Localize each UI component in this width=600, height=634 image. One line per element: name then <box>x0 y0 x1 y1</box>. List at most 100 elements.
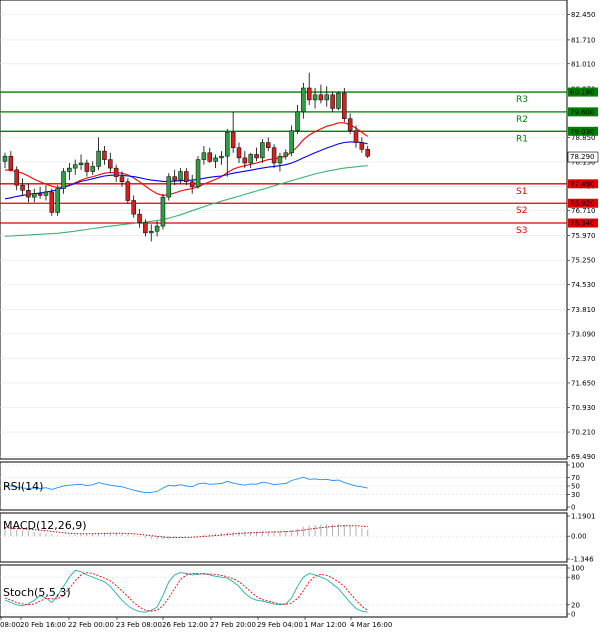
price-tick-label: 70.930 <box>571 404 596 412</box>
candle-body-up <box>219 155 224 159</box>
time-tick-label: 22 Feb 00:00 <box>68 621 114 629</box>
level-label-r2: R2 <box>516 115 528 125</box>
candle-body-up <box>283 152 289 157</box>
main-price-panel: R3R2R1S1S2S3 82.45081.71081.01080.27079.… <box>0 0 599 461</box>
candle-body-up <box>260 142 265 159</box>
candle-body-down <box>20 184 25 191</box>
candle-body-down <box>306 87 312 101</box>
candle-body-down <box>189 181 195 188</box>
candle-body-down <box>49 191 55 213</box>
current-price-tag: 78.290 <box>567 151 599 163</box>
candle-body-up <box>195 159 201 188</box>
candle-body-down <box>242 157 248 164</box>
price-tick-label: 75.250 <box>571 257 596 265</box>
price-tick-label: 81.010 <box>571 60 596 68</box>
candle-body-up <box>324 94 329 101</box>
time-tick-label: 08:00 <box>0 621 20 629</box>
candle-body-up <box>96 150 101 167</box>
candle <box>49 188 55 216</box>
stoch-tick-label: 20 <box>571 601 580 609</box>
macd-tick-label: 1.1901 <box>571 513 596 521</box>
candle <box>125 178 131 204</box>
candle-body-up <box>61 171 66 189</box>
candle-body-down <box>137 213 142 223</box>
candle-body-up <box>295 111 300 131</box>
candle-body-up <box>178 171 183 181</box>
candle-body-up <box>201 152 207 160</box>
candle-body-down <box>26 190 31 198</box>
price-tick-label: 73.090 <box>571 330 596 338</box>
candle <box>55 185 60 216</box>
stoch-tick-label: 0 <box>571 611 575 619</box>
candle-body-down <box>37 193 43 196</box>
candle-body-down <box>330 94 335 109</box>
rsi-title: RSI(14) <box>3 480 43 493</box>
candle-body-up <box>213 157 218 162</box>
candle-body-down <box>230 132 236 148</box>
level-label-s2: S2 <box>516 206 527 216</box>
candle-body-up <box>43 191 49 196</box>
candle-body-up <box>78 162 84 165</box>
price-chart: R3R2R1S1S2S3 82.45081.71081.01080.27079.… <box>0 0 600 634</box>
candle-body-down <box>102 150 107 160</box>
candle-body-down <box>207 152 212 162</box>
candle-body-down <box>266 142 271 148</box>
candle-body-up <box>160 196 166 227</box>
candle-body-up <box>32 193 37 198</box>
candle-body-down <box>353 130 359 143</box>
candle-body-up <box>277 155 283 164</box>
candle-body-down <box>318 94 324 101</box>
candle-body-up <box>301 87 306 113</box>
price-tick-label: 81.710 <box>571 36 596 44</box>
price-tick-label: 76.710 <box>571 207 596 215</box>
candle <box>336 91 341 111</box>
time-tick-label: 27 Feb 20:00 <box>210 621 256 629</box>
candle-body-up <box>72 164 78 169</box>
price-tick-label: 69.490 <box>571 453 596 461</box>
rsi-panel: 100 705030 0 RSI(14) <box>0 461 584 512</box>
candle <box>342 87 347 123</box>
candle-body-up <box>55 188 60 213</box>
candle-body-up <box>336 92 341 109</box>
time-tick-label: 1 Mar 12:00 <box>304 621 346 629</box>
level-price-label: 76.340 <box>570 220 595 228</box>
candle-body-down <box>84 162 90 172</box>
candle-body-down <box>347 118 353 131</box>
candle-body-up <box>154 225 160 232</box>
candle-body-up <box>149 230 154 234</box>
candle-body-down <box>342 92 347 119</box>
level-price-label: 80.180 <box>570 89 595 97</box>
candle-body-down <box>254 154 259 159</box>
candle-body-up <box>166 176 172 198</box>
macd-tick-label: -1.346 <box>571 556 594 564</box>
candle <box>166 173 172 201</box>
rsi-tick-label: 70 <box>571 474 580 482</box>
level-label-r1: R1 <box>516 134 528 144</box>
candle-body-down <box>131 200 136 215</box>
stoch-tick-label: 80 <box>571 574 580 582</box>
level-label-s3: S3 <box>516 226 527 236</box>
price-tick-label: 82.450 <box>571 11 596 19</box>
level-label-s1: S1 <box>516 187 527 197</box>
rsi-tick-label: 100 <box>571 462 584 470</box>
candle-body-down <box>236 147 242 159</box>
candle-body-down <box>172 176 177 181</box>
level-price-label: 77.490 <box>570 180 595 188</box>
candle-body-down <box>14 169 19 186</box>
stoch-title: Stoch(5,5,3) <box>3 586 71 599</box>
candle-body-up <box>289 130 294 154</box>
candle-body-down <box>8 155 14 171</box>
candle-body-up <box>67 167 72 172</box>
macd-panel: 1.1901 0.00 -1.346 MACD(12,26,9) <box>0 512 596 564</box>
candle-body-down <box>108 159 113 169</box>
candle-body-up <box>312 94 318 101</box>
candle-body-down <box>365 149 370 157</box>
price-tick-label: 70.210 <box>571 429 596 437</box>
candle-body-down <box>119 176 125 183</box>
rsi-tick-label: 30 <box>571 491 580 499</box>
price-tick-label: 75.970 <box>571 232 596 240</box>
price-tick-label: 71.650 <box>571 379 596 387</box>
time-tick-label: 4 Mar 16:00 <box>350 621 392 629</box>
price-tick-label: 73.810 <box>571 306 596 314</box>
candle <box>195 156 201 189</box>
